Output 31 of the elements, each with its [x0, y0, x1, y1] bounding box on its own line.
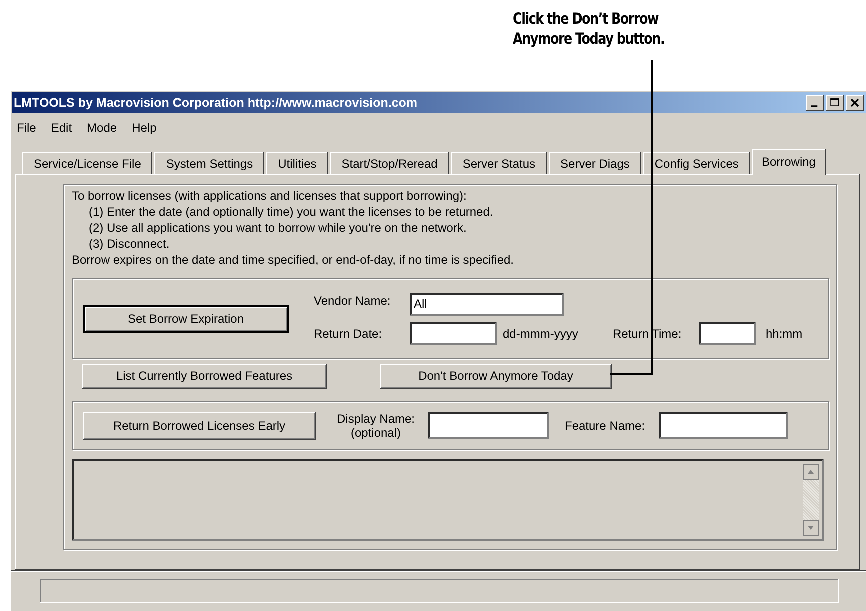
return-licenses-early-button[interactable]: Return Borrowed Licenses Early	[83, 412, 316, 440]
menu-item[interactable]: Edit	[51, 121, 72, 140]
tab[interactable]: Utilities	[266, 152, 328, 174]
instruction-step: (3) Disconnect.	[72, 236, 829, 252]
tab[interactable]: Service/License File	[22, 152, 152, 174]
set-borrow-expiration-button[interactable]: Set Borrow Expiration	[83, 304, 289, 332]
return-date-label: Return Date:	[314, 326, 384, 340]
instruction-step: (2) Use all applications you want to borrow while you're on the network.	[72, 220, 829, 236]
time-format-hint: hh:mm	[766, 326, 803, 340]
tab[interactable]: Start/Stop/Reread	[330, 152, 449, 174]
feature-name-label: Feature Name:	[565, 418, 646, 432]
tab[interactable]: Server Diags	[548, 152, 641, 174]
dont-borrow-button[interactable]: Don't Borrow Anymore Today	[380, 364, 612, 388]
vendor-name-field[interactable]: All	[410, 292, 564, 316]
menu-item[interactable]: Mode	[87, 121, 118, 140]
list-borrowed-features-button[interactable]: List Currently Borrowed Features	[82, 364, 327, 388]
tab[interactable]: System Settings	[154, 152, 264, 174]
tab[interactable]: Config Services	[642, 152, 750, 174]
instruction-text: To borrow licenses (with applications and licenses that support borrowing):	[72, 188, 468, 204]
tab[interactable]: Borrowing	[752, 149, 826, 175]
return-time-label: Return Time:	[613, 326, 683, 340]
date-format-hint: dd-mmm-yyyy	[503, 326, 580, 340]
instruction-step: (1) Enter the date (and optionally time) you want the licenses to be returned.	[72, 204, 829, 220]
vendor-name-label: Vendor Name:	[314, 292, 392, 308]
callout-text: Click the Don’t Borrow Anymore Today button.	[513, 9, 665, 49]
window-title: LMTOOLS by Macrovision Corporation http://www.macrovision.com	[14, 96, 418, 110]
menu-item[interactable]: Help	[132, 121, 157, 140]
instruction-text: Borrow expires on the date and time specified, or end-of-day, if no time is specified.	[72, 252, 516, 268]
menu-item[interactable]: File	[17, 121, 36, 140]
tab[interactable]: Server Status	[450, 152, 547, 174]
display-name-label: Display Name: (optional)	[336, 412, 416, 440]
